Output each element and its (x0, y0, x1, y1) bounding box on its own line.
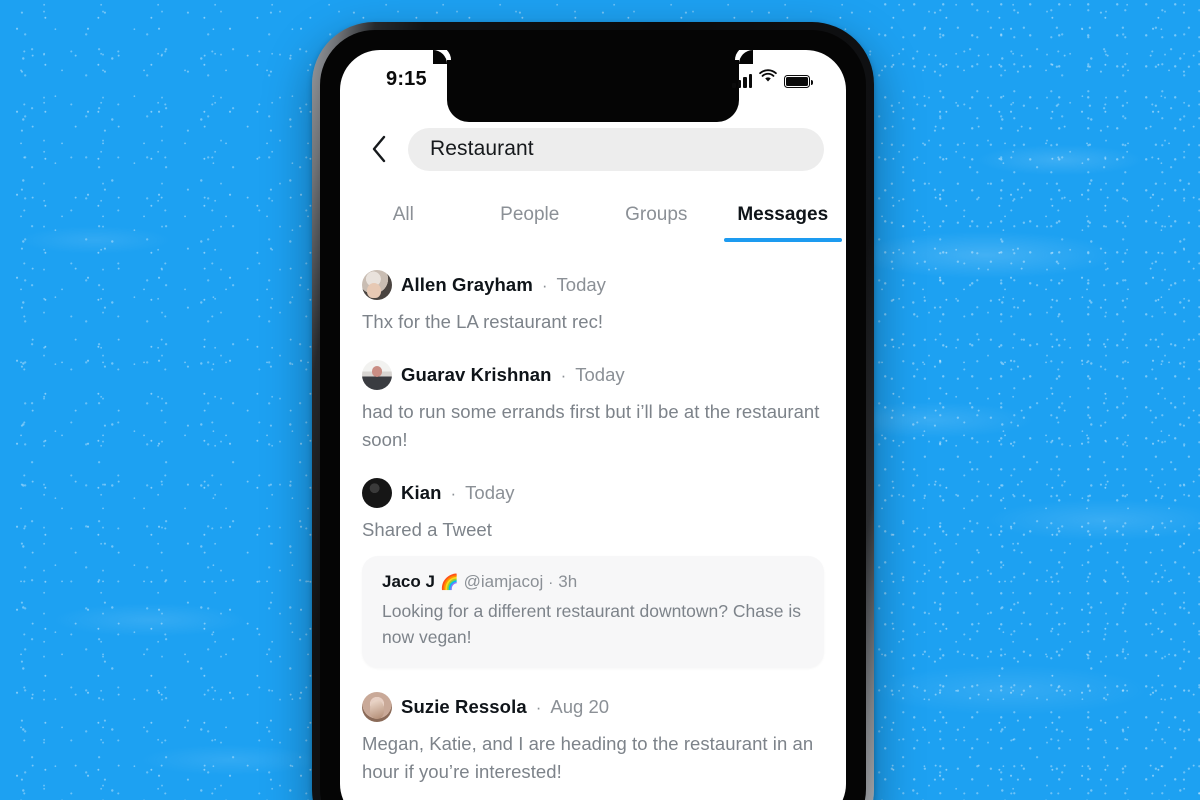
message-results-list[interactable]: Allen Grayham · Today Thx for the LA res… (340, 256, 846, 800)
tab-people-label: People (500, 204, 560, 225)
avatar (362, 692, 392, 723)
avatar (362, 478, 392, 509)
message-result-item[interactable]: Allen Grayham · Today Thx for the LA res… (340, 256, 846, 346)
tab-messages-label: Messages (737, 204, 829, 225)
status-bar-icons (732, 69, 813, 88)
tab-groups-label: Groups (625, 204, 688, 225)
chevron-left-icon (372, 135, 386, 163)
embedded-tweet-header: Jaco J 🌈 @iamjacoj · 3h (382, 572, 804, 592)
phone-notch (433, 50, 753, 122)
message-header: Allen Grayham · Today (362, 270, 824, 300)
message-timestamp: Today (575, 364, 625, 386)
separator-dot: · (541, 275, 548, 295)
back-button[interactable] (362, 132, 396, 166)
separator-dot: · (535, 697, 542, 717)
message-result-item[interactable]: Suzie Ressola · Aug 20 Megan, Katie, and… (340, 678, 846, 796)
tab-all[interactable]: All (340, 198, 467, 248)
message-timestamp: Today (465, 482, 515, 504)
status-bar-time: 9:15 (386, 68, 427, 90)
embedded-tweet-timestamp: 3h (558, 572, 578, 592)
phone-device-frame: 9:15 Restaurant All People Groups Messag… (312, 22, 874, 800)
message-header: Suzie Ressola · Aug 20 (362, 692, 824, 723)
message-timestamp: Today (556, 274, 606, 295)
message-sender-name: Kian (401, 482, 442, 504)
embedded-tweet-card[interactable]: Jaco J 🌈 @iamjacoj · 3h Looking for a di… (362, 556, 824, 669)
search-tab-bar: All People Groups Messages (340, 198, 846, 248)
separator-dot: · (560, 365, 567, 385)
message-preview-text: Thx for the LA restaurant rec! (362, 311, 604, 332)
message-sender-name: Allen Grayham (401, 274, 533, 295)
battery-icon (784, 75, 813, 88)
message-sender-name: Suzie Ressola (401, 696, 527, 718)
tab-messages[interactable]: Messages (720, 198, 847, 248)
embedded-tweet-author-name: Jaco J (382, 572, 435, 592)
message-preview-text: Megan, Katie, and I are heading to the r… (362, 733, 814, 783)
tab-all-label: All (392, 204, 414, 225)
message-sender-name: Guarav Krishnan (401, 364, 552, 386)
screenshot-stage: 9:15 Restaurant All People Groups Messag… (0, 0, 1200, 800)
background-dense-right (880, 0, 1200, 800)
avatar (362, 270, 392, 300)
search-header: Restaurant (340, 118, 846, 180)
tab-groups[interactable]: Groups (593, 198, 720, 248)
message-header: Kian · Today (362, 478, 824, 509)
wifi-icon (759, 69, 777, 88)
search-input[interactable]: Restaurant (408, 127, 824, 171)
message-timestamp: Aug 20 (550, 696, 610, 718)
embedded-tweet-handle: @iamjacoj (463, 572, 544, 592)
phone-screen: 9:15 Restaurant All People Groups Messag… (340, 50, 846, 800)
message-result-item[interactable]: Kian · Today Shared a Tweet Jaco J 🌈 @ia… (340, 464, 846, 678)
rainbow-emoji-icon: 🌈 (439, 573, 459, 591)
message-preview-text: had to run some errands first but i’ll b… (362, 401, 820, 451)
message-header: Guarav Krishnan · Today (362, 360, 824, 391)
tab-people[interactable]: People (467, 198, 594, 248)
message-result-item[interactable]: Guarav Krishnan · Today had to run some … (340, 346, 846, 464)
separator-dot: · (450, 483, 457, 503)
tab-messages-underline (723, 238, 842, 242)
avatar (362, 360, 392, 391)
separator-dot: · (548, 573, 554, 591)
message-preview-text: Shared a Tweet (362, 519, 492, 541)
embedded-tweet-text: Looking for a different restaurant downt… (382, 601, 801, 647)
search-input-value: Restaurant (430, 137, 534, 160)
